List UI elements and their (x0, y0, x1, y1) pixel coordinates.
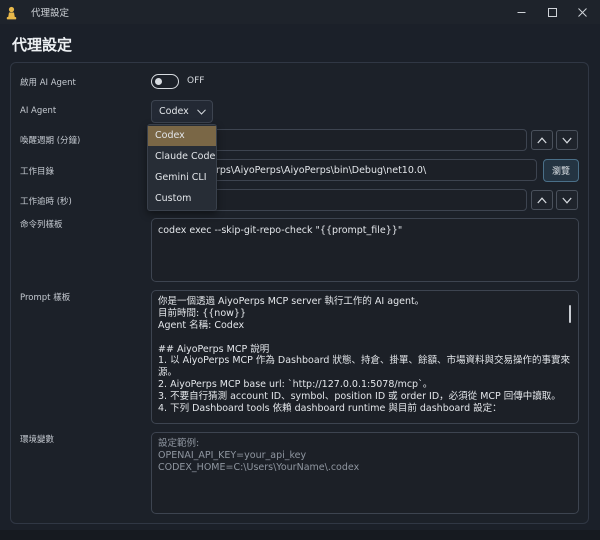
prompt-line: ## AiyoPerps MCP 說明 (158, 343, 270, 355)
command-template-value: codex exec --skip-git-repo-check "{{prom… (158, 225, 403, 236)
chevron-up-icon (537, 136, 547, 143)
pawn-icon (5, 5, 18, 20)
enable-ai-agent-toggle[interactable] (151, 74, 179, 89)
working-directory-value: rps\AiyoPerps\AiyoPerps\bin\Debug\net10.… (216, 165, 427, 176)
wake-interval-decrement-button[interactable] (556, 130, 578, 150)
dropdown-option-custom[interactable]: Custom (148, 189, 216, 209)
browse-button[interactable]: 瀏覽 (543, 159, 579, 182)
toggle-state-text: OFF (187, 76, 205, 86)
wake-interval-label: 喚醒週期 (分鐘) (20, 136, 81, 146)
prompt-template-label: Prompt 樣板 (20, 293, 71, 303)
environment-variables-textarea[interactable]: 設定範例: OPENAI_API_KEY=your_api_key CODEX_… (151, 432, 579, 514)
close-button[interactable] (566, 0, 598, 24)
window-bottom-edge (0, 530, 600, 540)
ai-agent-label: AI Agent (20, 106, 57, 116)
page-title: 代理設定 (12, 36, 73, 54)
maximize-button[interactable] (536, 0, 568, 24)
chevron-up-icon (537, 196, 547, 203)
command-template-textarea[interactable]: codex exec --skip-git-repo-check "{{prom… (151, 218, 579, 282)
toggle-knob (155, 77, 162, 85)
placeholder-line: CODEX_HOME=C:\Users\YourName\.codex (158, 462, 360, 473)
prompt-line: Agent 名稱: Codex (158, 319, 245, 331)
window-title: 代理設定 (31, 8, 70, 19)
work-timeout-decrement-button[interactable] (556, 190, 578, 210)
prompt-line: 源。 (158, 367, 178, 379)
prompt-scrollbar-thumb[interactable] (569, 305, 571, 323)
prompt-line (158, 332, 570, 344)
chevron-down-icon (562, 197, 572, 204)
prompt-line: 3. 不要自行猜測 account ID、symbol、position ID … (158, 391, 561, 403)
minimize-icon (517, 11, 525, 13)
prompt-line: 你是一個透過 AiyoPerps MCP server 執行工作的 AI age… (158, 296, 425, 307)
working-directory-label: 工作目錄 (20, 167, 55, 177)
title-bar: 代理設定 (0, 0, 600, 24)
close-icon (577, 7, 587, 17)
ai-agent-selected-value: Codex (159, 106, 189, 117)
ai-agent-dropdown-menu: Codex Claude Code Gemini CLI Custom (147, 124, 217, 211)
work-timeout-label: 工作逾時 (秒) (20, 197, 72, 207)
prompt-template-textarea[interactable]: 你是一個透過 AiyoPerps MCP server 執行工作的 AI age… (151, 290, 579, 424)
placeholder-line: OPENAI_API_KEY=your_api_key (158, 450, 307, 461)
ai-agent-select[interactable]: Codex (151, 100, 213, 123)
chevron-down-icon (197, 109, 206, 115)
prompt-line: 4. 下列 Dashboard tools 依賴 dashboard runti… (158, 403, 502, 415)
prompt-line: 目前時間: {{now}} (158, 307, 247, 319)
prompt-template-content: 你是一個透過 AiyoPerps MCP server 執行工作的 AI age… (158, 296, 570, 415)
enable-ai-agent-label: 啟用 AI Agent (20, 78, 76, 88)
dropdown-option-gemini-cli[interactable]: Gemini CLI (148, 168, 216, 188)
chevron-down-icon (562, 137, 572, 144)
command-template-label: 命令列樣板 (20, 220, 63, 230)
prompt-line: 1. 以 AiyoPerps MCP 作為 Dashboard 狀態、持倉、掛單… (158, 355, 570, 367)
dropdown-option-codex[interactable]: Codex (148, 126, 216, 146)
work-timeout-increment-button[interactable] (531, 190, 553, 210)
minimize-button[interactable] (505, 0, 537, 24)
wake-interval-increment-button[interactable] (531, 130, 553, 150)
placeholder-line: 設定範例: (158, 438, 200, 449)
environment-variables-placeholder: 設定範例: OPENAI_API_KEY=your_api_key CODEX_… (158, 438, 359, 474)
environment-variables-label: 環境變數 (20, 435, 55, 445)
maximize-icon (547, 7, 557, 17)
prompt-line: 2. AiyoPerps MCP base url: `http://127.0… (158, 379, 433, 391)
dropdown-option-claude-code[interactable]: Claude Code (148, 147, 216, 167)
